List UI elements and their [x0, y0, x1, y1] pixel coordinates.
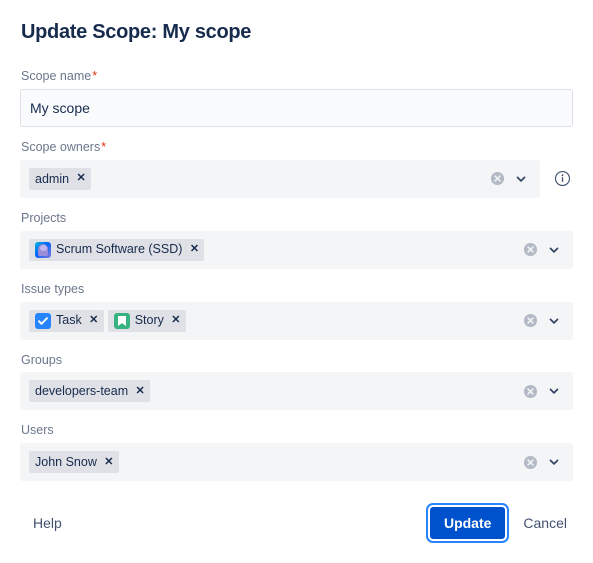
label-groups: Groups — [21, 352, 62, 367]
chevron-down-icon[interactable] — [543, 380, 565, 402]
chip-remove-icon[interactable]: ✕ — [187, 242, 201, 258]
chip-project[interactable]: Scrum Software (SSD) ✕ — [29, 238, 205, 261]
projects-values: Scrum Software (SSD) ✕ — [29, 236, 519, 264]
task-icon — [35, 312, 51, 329]
issue-types-values: Task ✕ Story ✕ — [29, 307, 519, 335]
story-icon — [113, 312, 130, 329]
projects-row: Scrum Software (SSD) ✕ — [20, 230, 573, 269]
chevron-down-icon[interactable] — [510, 168, 532, 190]
scope-owners-row: admin ✕ — [20, 159, 574, 198]
label-issue-types: Issue types — [21, 281, 85, 296]
chip-remove-icon[interactable]: ✕ — [169, 313, 183, 329]
chip-issue-type-task[interactable]: Task ✕ — [29, 309, 104, 332]
field-issue-types: Issue types Task ✕ Story ✕ — [20, 281, 573, 340]
label-scope-owners-text: Scope owners — [21, 139, 101, 154]
groups-indicators — [519, 380, 568, 402]
field-scope-owners: Scope owners* admin ✕ — [20, 139, 573, 198]
label-scope-name-text: Scope name — [21, 69, 92, 83]
field-scope-name: Scope name* — [20, 68, 573, 127]
chip-label: John Snow — [35, 455, 97, 469]
chip-remove-icon[interactable]: ✕ — [133, 383, 147, 399]
required-asterisk: * — [101, 139, 107, 154]
clear-circle-icon[interactable] — [519, 239, 541, 261]
clear-circle-icon[interactable] — [519, 380, 541, 402]
clear-circle-icon[interactable] — [486, 168, 508, 190]
issue-types-indicators — [519, 310, 568, 332]
chip-remove-icon[interactable]: ✕ — [102, 454, 116, 470]
update-button[interactable]: Update — [427, 505, 508, 541]
info-circle-icon[interactable] — [550, 160, 574, 198]
chip-issue-type-story[interactable]: Story ✕ — [107, 309, 186, 332]
groups-values: developers-team ✕ — [29, 377, 519, 405]
field-users: Users John Snow ✕ — [20, 422, 573, 482]
chip-label: Scrum Software (SSD) — [56, 242, 183, 257]
groups-select[interactable]: developers-team ✕ — [20, 372, 573, 411]
users-row: John Snow ✕ — [20, 443, 573, 482]
chip-remove-icon[interactable]: ✕ — [87, 313, 101, 329]
users-indicators — [519, 451, 568, 473]
label-users: Users — [21, 423, 54, 438]
field-groups: Groups developers-team ✕ — [20, 352, 573, 411]
projects-indicators — [519, 239, 568, 261]
groups-row: developers-team ✕ — [20, 372, 573, 411]
scope-owners-indicators — [486, 168, 535, 190]
scope-name-input[interactable] — [20, 88, 573, 127]
chip-group[interactable]: developers-team ✕ — [29, 380, 151, 403]
chevron-down-icon[interactable] — [543, 310, 565, 332]
label-scope-owners: Scope owners* — [21, 139, 573, 156]
cancel-button[interactable]: Cancel — [517, 507, 573, 539]
footer-actions: Update Cancel — [426, 503, 573, 543]
clear-circle-icon[interactable] — [519, 310, 541, 332]
page-title: Update Scope: My scope — [21, 21, 252, 43]
help-link[interactable]: Help — [20, 515, 62, 531]
chip-label: developers-team — [35, 384, 129, 399]
chip-label: Story — [134, 313, 164, 328]
chevron-down-icon[interactable] — [543, 239, 565, 261]
clear-circle-icon[interactable] — [519, 451, 541, 473]
label-scope-name: Scope name* — [21, 68, 573, 85]
scope-owners-values: admin ✕ — [29, 165, 486, 193]
chevron-down-icon[interactable] — [543, 451, 565, 473]
scope-owners-select[interactable]: admin ✕ — [20, 159, 540, 198]
field-projects: Projects Scrum Software (SSD) ✕ — [20, 210, 573, 269]
issue-types-select[interactable]: Task ✕ Story ✕ — [20, 301, 573, 340]
chip-scope-owner[interactable]: admin ✕ — [29, 167, 92, 190]
label-projects: Projects — [21, 210, 67, 225]
users-select[interactable]: John Snow ✕ — [20, 443, 573, 482]
required-asterisk: * — [92, 69, 98, 83]
chip-remove-icon[interactable]: ✕ — [74, 171, 88, 187]
chip-label: admin — [35, 171, 70, 186]
chip-label: Task — [56, 313, 82, 328]
dialog-footer: Help Update Cancel — [20, 501, 573, 545]
project-avatar-icon — [35, 241, 51, 258]
issue-types-row: Task ✕ Story ✕ — [20, 301, 573, 340]
projects-select[interactable]: Scrum Software (SSD) ✕ — [20, 230, 573, 269]
update-scope-dialog: Update Scope: My scope Scope name* Scope… — [0, 0, 593, 563]
users-values: John Snow ✕ — [29, 448, 519, 476]
chip-user[interactable]: John Snow ✕ — [29, 451, 119, 474]
